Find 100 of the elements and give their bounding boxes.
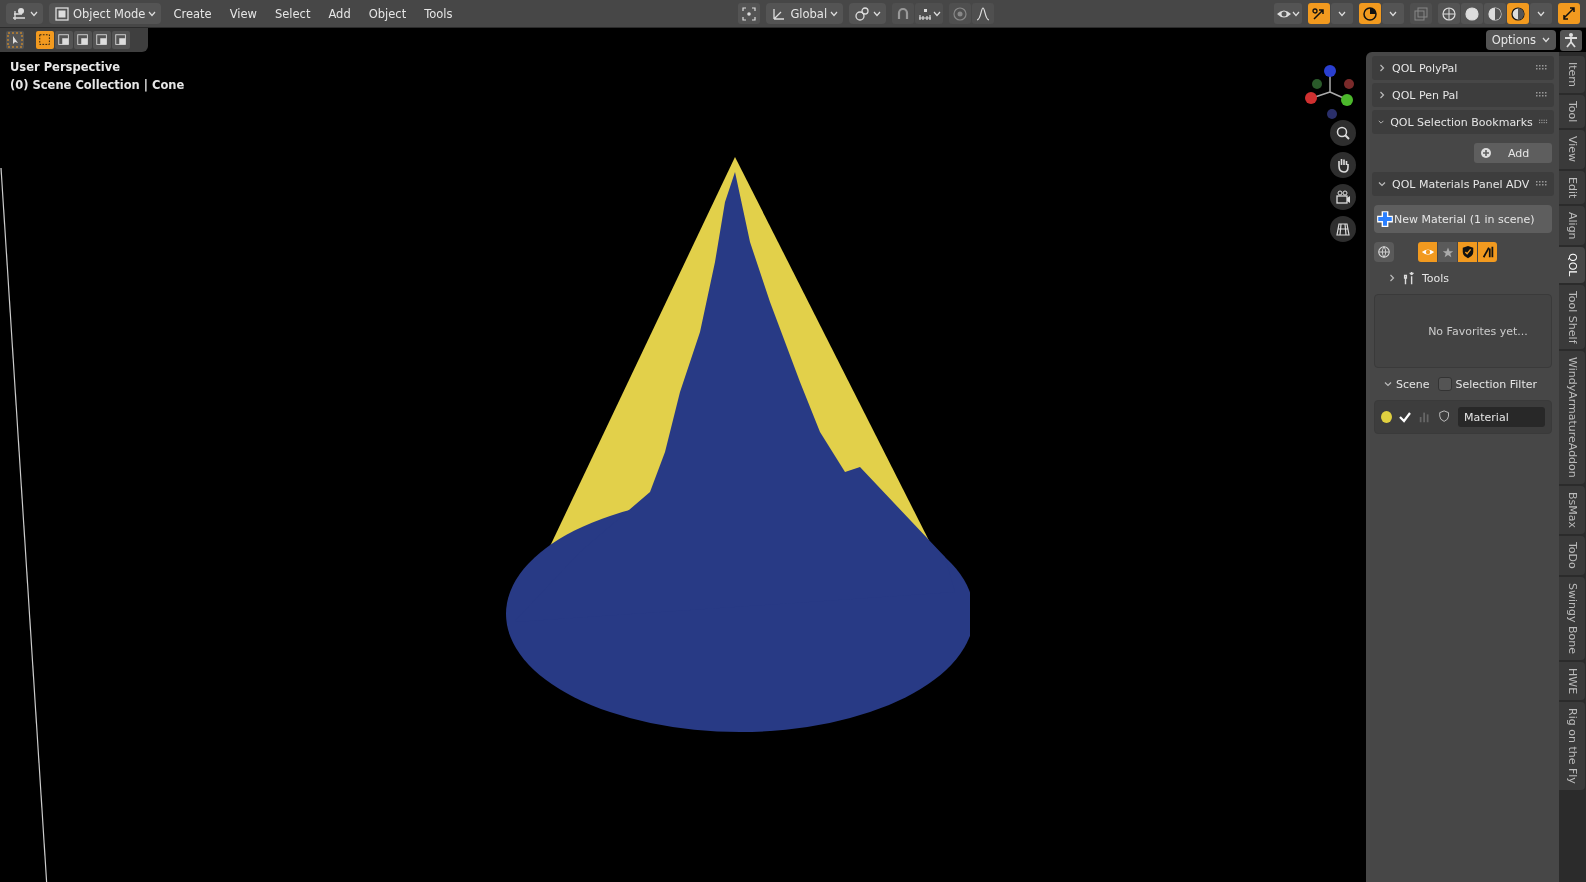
material-name-field[interactable]: Material [1458, 407, 1545, 427]
selection-mode-button[interactable] [36, 31, 54, 49]
filter-toggle[interactable] [1458, 242, 1477, 262]
filter-toggle[interactable] [1418, 242, 1437, 262]
options-dropdown[interactable]: Options [1485, 30, 1556, 50]
panel-header[interactable]: QOL Pen Pal [1372, 83, 1554, 107]
sidebar-tab[interactable]: QOL [1559, 247, 1585, 283]
star-icon [1441, 246, 1454, 258]
cursor-icon [7, 32, 23, 48]
add-button[interactable]: Add [1474, 143, 1552, 163]
menu-item[interactable]: Add [322, 3, 357, 24]
pan-button[interactable] [1330, 152, 1356, 178]
shading-menu-button[interactable] [1530, 3, 1552, 24]
caret-icon [933, 10, 942, 17]
curve-icon [975, 5, 992, 22]
menu-item[interactable]: Create [167, 3, 218, 24]
mode-dropdown[interactable]: Object Mode [49, 3, 162, 24]
drag-handle-icon[interactable] [1536, 92, 1548, 98]
material-row[interactable]: Material [1374, 400, 1552, 434]
menu-item[interactable]: View [223, 3, 263, 24]
arrows-icon [1561, 5, 1577, 22]
selection-mode-icon [76, 33, 90, 47]
selection-mode-icon [38, 33, 52, 47]
drag-handle-icon[interactable] [1538, 119, 1548, 125]
visibility-button[interactable] [1274, 3, 1302, 24]
drag-handle-icon[interactable] [1536, 65, 1548, 71]
sidebar-tab[interactable]: WindyArmatureAddon [1559, 351, 1585, 485]
toggle-button[interactable] [1558, 3, 1580, 24]
drag-handle-icon[interactable] [1536, 181, 1548, 187]
snap-button[interactable] [892, 3, 915, 24]
sidebar-tab[interactable]: Swingy Bone [1559, 577, 1585, 661]
selection-mode-button[interactable] [74, 31, 92, 49]
caret-icon [830, 10, 839, 17]
sphere-icon [1487, 5, 1503, 22]
sidebar-tab[interactable]: HWE [1559, 662, 1585, 701]
perspective-button[interactable] [1330, 216, 1356, 242]
pivot-button[interactable] [738, 3, 761, 24]
panel-title: QOL Materials Panel ADV [1392, 177, 1530, 191]
chevron-icon [1378, 64, 1386, 72]
sidebar-tab[interactable]: ToDo [1559, 536, 1585, 575]
panel-header[interactable]: QOL Materials Panel ADV [1372, 172, 1554, 196]
shading-button[interactable] [1507, 3, 1529, 24]
sidebar-tab[interactable]: Align [1559, 205, 1585, 246]
panel-header[interactable]: QOL Selection Bookmarks [1372, 110, 1554, 134]
sidebar-tab[interactable]: BsMax [1559, 486, 1585, 535]
world-button[interactable] [1374, 242, 1394, 262]
gizmo-menu-button[interactable] [1331, 3, 1353, 24]
selection-mode-icon [95, 33, 109, 47]
zoom-icon [1335, 125, 1351, 141]
camera-button[interactable] [1330, 184, 1356, 210]
check-icon[interactable] [1398, 410, 1412, 424]
chevron-icon [1378, 118, 1385, 126]
scene-toggle[interactable]: Scene [1384, 377, 1430, 391]
shading-button[interactable] [1438, 3, 1460, 24]
menu-item[interactable]: Tools [418, 3, 459, 24]
overlay-menu-button[interactable] [1382, 3, 1404, 24]
falloff-button[interactable] [972, 3, 995, 24]
selection-mode-button[interactable] [112, 31, 130, 49]
select-tool-button[interactable] [6, 31, 24, 49]
shading-button[interactable] [1484, 3, 1506, 24]
new-material-button[interactable]: New Material (1 in scene) [1374, 205, 1552, 233]
caret-icon [873, 10, 882, 17]
grid-icon [1335, 221, 1351, 237]
snap-target-button[interactable] [915, 3, 944, 24]
sidebar-tab[interactable]: Rig on the Fly [1559, 702, 1585, 790]
xray-toggle[interactable] [1410, 3, 1432, 24]
selection-mode-button[interactable] [93, 31, 111, 49]
caret-icon [1542, 37, 1550, 43]
tool-settings-button[interactable] [1560, 29, 1582, 51]
sidebar-tab[interactable]: Tool [1559, 95, 1585, 129]
pivot-point-button[interactable] [849, 3, 887, 24]
bars-icon [1480, 245, 1495, 259]
filter-toggle[interactable] [1438, 242, 1457, 262]
caret-icon [1389, 10, 1397, 17]
tools-toggle[interactable]: Tools [1422, 271, 1450, 285]
editor-type-button[interactable] [6, 3, 43, 24]
proportional-edit-button[interactable] [949, 3, 972, 24]
panel-header[interactable]: QOL PolyPal [1372, 56, 1554, 80]
orientation-dropdown[interactable]: Global [766, 3, 844, 24]
link-icon [854, 5, 871, 22]
menu-item[interactable]: Object [362, 3, 413, 24]
shading-button[interactable] [1461, 3, 1483, 24]
selection-mode-button[interactable] [55, 31, 73, 49]
sidebar-tab[interactable]: Edit [1559, 170, 1585, 204]
overlay-toggle[interactable] [1359, 3, 1381, 24]
selection-filter-checkbox[interactable]: Selection Filter [1437, 377, 1537, 391]
menu-item[interactable]: Select [268, 3, 317, 24]
gizmo-toggle[interactable] [1308, 3, 1330, 24]
sidebar-tab[interactable]: Item [1559, 56, 1585, 94]
sphere-icon [1510, 5, 1526, 22]
panel-title: QOL Pen Pal [1392, 88, 1460, 102]
zoom-button[interactable] [1330, 120, 1356, 146]
caret-icon [1537, 10, 1545, 17]
filter-toggle[interactable] [1478, 242, 1497, 262]
xray-icon [1413, 5, 1429, 22]
chevron-icon [1378, 180, 1386, 188]
chevron-icon [1378, 91, 1386, 99]
caret-icon [1292, 10, 1300, 17]
sidebar-tab[interactable]: View [1559, 130, 1585, 169]
sidebar-tab[interactable]: Tool Shelf [1559, 284, 1585, 350]
